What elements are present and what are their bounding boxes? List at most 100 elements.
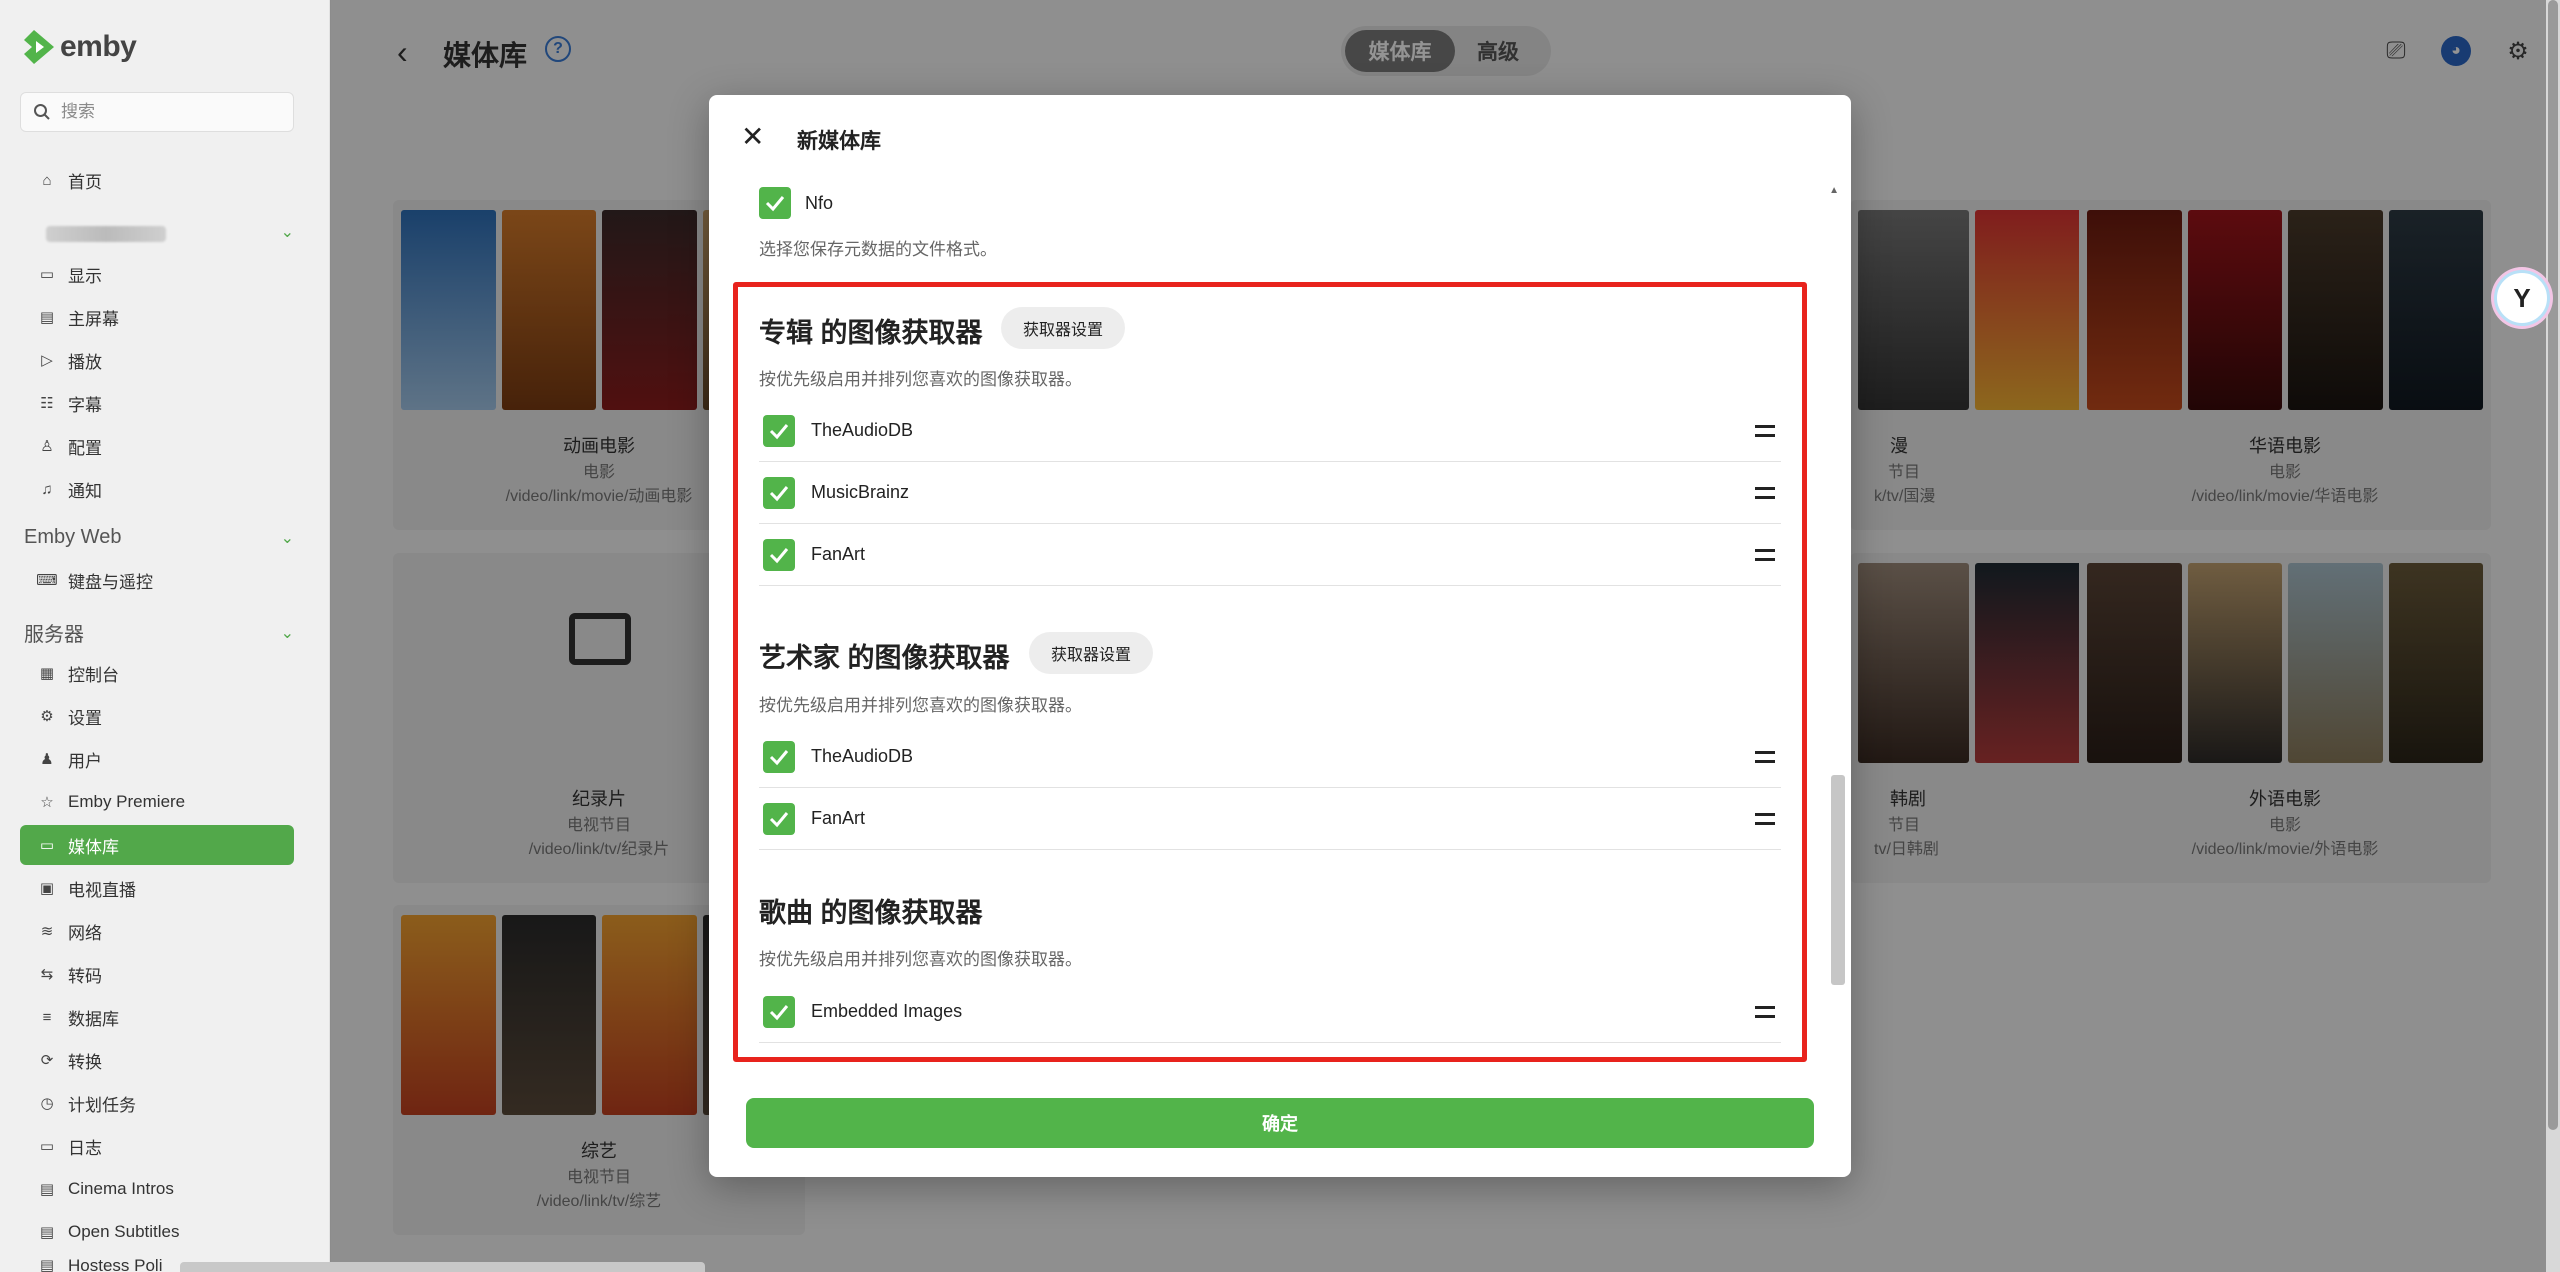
metadata-help-text: 选择您保存元数据的文件格式。 (759, 240, 997, 259)
sidebar-item-settings[interactable]: ⚙ 设置 (20, 696, 294, 736)
sidebar-item-dashboard[interactable]: ▦ 控制台 (20, 653, 294, 693)
fetcher-row[interactable]: FanArt (759, 788, 1781, 850)
sidebar-item-network[interactable]: ≋ 网络 (20, 911, 294, 951)
transcode-icon: ⇆ (40, 966, 54, 983)
convert-icon: ⟳ (40, 1052, 54, 1069)
horizontal-scrollbar[interactable] (180, 1262, 705, 1272)
wifi-icon: ≋ (40, 923, 54, 940)
sidebar-item-notifications[interactable]: ♫ 通知 (20, 469, 294, 509)
play-icon: ▷ (41, 352, 53, 369)
close-icon[interactable]: ✕ (741, 123, 764, 151)
fetcher-row[interactable]: TheAudioDB (759, 400, 1781, 462)
section-emby-web[interactable]: Emby Web ⌄ (24, 526, 294, 549)
star-icon: ☆ (40, 794, 54, 811)
subtitles-icon: ☷ (40, 395, 54, 412)
dashboard-icon: ▦ (39, 665, 55, 682)
sidebar-item-home[interactable]: ⌂ 首页 (20, 160, 294, 200)
artist-fetchers-title: 艺术家 的图像获取器 (759, 643, 1010, 673)
sidebar-item-transcoding[interactable]: ⇆ 转码 (20, 954, 294, 994)
home-icon: ⌂ (42, 171, 52, 189)
album-fetchers-title: 专辑 的图像获取器 (759, 318, 983, 348)
home-screen-icon: ▤ (39, 309, 55, 326)
check-icon (769, 547, 789, 563)
chevron-down-icon: ⌄ (280, 224, 294, 241)
artist-fetchers-help: 按优先级启用并排列您喜欢的图像获取器。 (759, 696, 1082, 715)
sidebar-item-premiere[interactable]: ☆ Emby Premiere (20, 782, 294, 822)
song-fetchers-title: 歌曲 的图像获取器 (759, 898, 983, 928)
sidebar-item-display[interactable]: ▭ 显示 (20, 254, 294, 294)
drag-handle-icon[interactable] (1755, 548, 1775, 561)
sidebar: emby ⌂ 首页 ⌄ ▭ 显示 ▤ 主屏幕 ▷ 播放 ☷ 字幕 ♙ 配置 ♫ … (0, 0, 330, 1272)
search-icon (34, 104, 50, 120)
page-scrollbar-thumb[interactable] (2548, 0, 2558, 1130)
keyboard-icon: ⌨ (36, 572, 58, 589)
clock-icon: ◷ (40, 1095, 54, 1112)
sidebar-item-open-subtitles[interactable]: ▤ Open Subtitles (20, 1212, 294, 1252)
gear-icon: ⚙ (40, 708, 54, 725)
emby-logo[interactable]: emby (24, 30, 137, 64)
fetcher-row[interactable]: FanArt (759, 524, 1781, 586)
subtitles-icon: ▤ (39, 1224, 55, 1241)
page-scrollbar[interactable] (2546, 0, 2560, 1272)
album-fetcher-settings-button[interactable]: 获取器设置 (1001, 307, 1126, 349)
checkbox-checked[interactable] (763, 740, 795, 773)
drag-handle-icon[interactable] (1755, 750, 1775, 763)
checkbox-checked[interactable] (759, 187, 791, 219)
sidebar-item-home-screen[interactable]: ▤ 主屏幕 (20, 297, 294, 337)
database-icon: ≡ (42, 1008, 52, 1026)
sidebar-item-database[interactable]: ≡ 数据库 (20, 997, 294, 1037)
sidebar-item-logs[interactable]: ▭ 日志 (20, 1126, 294, 1166)
section-server[interactable]: 服务器 ⌄ (24, 618, 294, 647)
fetcher-row[interactable]: MusicBrainz (759, 462, 1781, 524)
sidebar-item-convert[interactable]: ⟳ 转换 (20, 1040, 294, 1080)
fetcher-row[interactable]: Embedded Images (759, 981, 1781, 1043)
profile-icon: ♙ (40, 438, 54, 455)
drag-handle-icon[interactable] (1755, 486, 1775, 499)
chevron-down-icon: ⌄ (280, 624, 294, 642)
checkbox-checked[interactable] (763, 802, 795, 835)
artist-fetcher-settings-button[interactable]: 获取器设置 (1029, 632, 1154, 674)
fetcher-row[interactable]: TheAudioDB (759, 726, 1781, 788)
monitor-icon: ▭ (39, 266, 55, 283)
folder-icon: ▭ (39, 837, 55, 854)
sidebar-item-users[interactable]: ♟ 用户 (20, 739, 294, 779)
assistant-float-icon[interactable]: Y (2494, 270, 2550, 326)
emby-logo-icon (24, 30, 54, 64)
cinema-icon: ▤ (39, 1181, 55, 1198)
sidebar-item-keyboard[interactable]: ⌨ 键盘与遥控 (20, 560, 294, 600)
chevron-down-icon: ⌄ (280, 529, 294, 547)
checkbox-checked[interactable] (763, 414, 795, 447)
check-icon (769, 1004, 789, 1020)
sidebar-item-playback[interactable]: ▷ 播放 (20, 340, 294, 380)
checkbox-checked[interactable] (763, 476, 795, 509)
sidebar-item-libraries[interactable]: ▭ 媒体库 (20, 825, 294, 865)
checkbox-checked[interactable] (763, 538, 795, 571)
nfo-option[interactable]: Nfo (759, 187, 833, 219)
confirm-button[interactable]: 确定 (746, 1098, 1814, 1148)
checkbox-checked[interactable] (763, 995, 795, 1028)
bell-icon: ♫ (41, 480, 53, 498)
drag-handle-icon[interactable] (1755, 424, 1775, 437)
dialog-title: 新媒体库 (797, 130, 881, 153)
check-icon (769, 423, 789, 439)
sidebar-item-cinema-intros[interactable]: ▤ Cinema Intros (20, 1169, 294, 1209)
search-input[interactable] (61, 102, 281, 122)
check-icon (769, 485, 789, 501)
tv-icon: ▣ (39, 880, 55, 897)
user-section-toggle[interactable]: ⌄ (254, 222, 294, 242)
scroll-up-icon[interactable]: ▲ (1829, 185, 1839, 196)
dialog-scrollbar-thumb[interactable] (1831, 775, 1845, 985)
log-icon: ▭ (39, 1138, 55, 1155)
users-icon: ♟ (40, 751, 54, 768)
drag-handle-icon[interactable] (1755, 812, 1775, 825)
sidebar-item-live-tv[interactable]: ▣ 电视直播 (20, 868, 294, 908)
search-box[interactable] (20, 92, 294, 132)
check-icon (765, 196, 785, 212)
drag-handle-icon[interactable] (1755, 1005, 1775, 1018)
sidebar-item-subtitles[interactable]: ☷ 字幕 (20, 383, 294, 423)
app-name: emby (60, 30, 137, 63)
sidebar-item-profile[interactable]: ♙ 配置 (20, 426, 294, 466)
blurred-username (46, 226, 166, 242)
check-icon (769, 811, 789, 827)
sidebar-item-scheduled-tasks[interactable]: ◷ 计划任务 (20, 1083, 294, 1123)
